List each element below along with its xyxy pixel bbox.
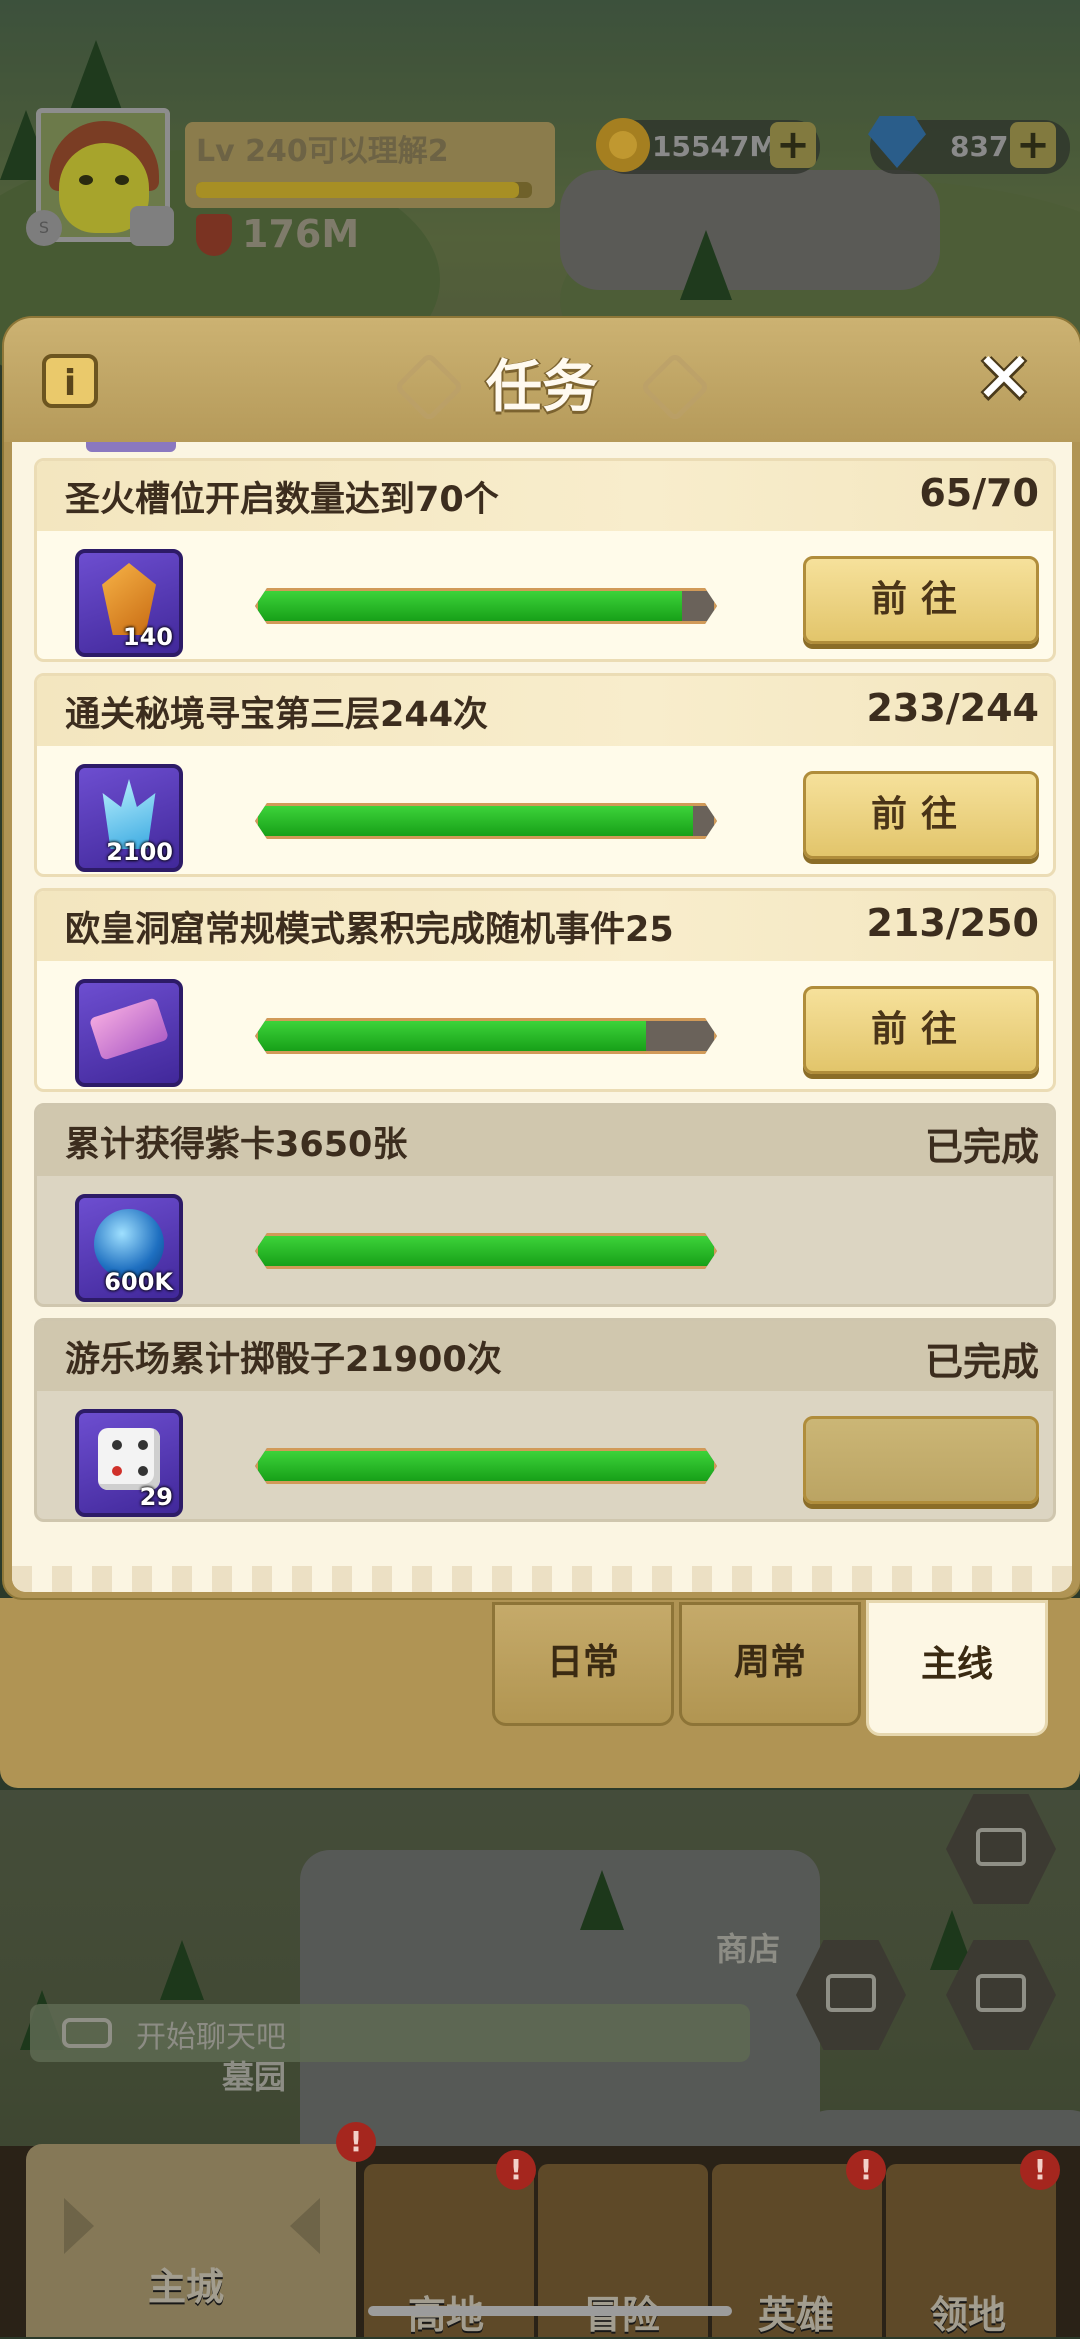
task-progress-bar — [255, 1448, 717, 1484]
reward-quantity: 2100 — [106, 838, 173, 866]
task-progress: 已完成 — [924, 1125, 1039, 1169]
task-progress: 233/244 — [866, 686, 1039, 730]
task-reward[interactable]: 600K — [75, 1194, 183, 1302]
task-progress-fill — [258, 591, 682, 621]
task-header: 游乐场累计掷骰子21900次 已完成 — [37, 1321, 1053, 1391]
task-reward[interactable]: 140 — [75, 549, 183, 657]
player-level-name: Lv 240可以理解2 — [196, 134, 449, 169]
task-progress-bar — [255, 1018, 717, 1054]
backpack-icon — [976, 1974, 1026, 2012]
gold-coin-icon — [596, 118, 650, 172]
task-progress: 已完成 — [924, 1340, 1039, 1384]
home-indicator — [368, 2306, 732, 2316]
task-progress-fill — [258, 806, 693, 836]
ticket-icon — [88, 997, 170, 1061]
task-card: 圣火槽位开启数量达到70个 65/70 140 前往 — [34, 458, 1056, 662]
chat-placeholder: 开始聊天吧 — [136, 2020, 286, 2055]
task-progress: 65/70 — [919, 471, 1039, 515]
task-name: 通关秘境寻宝第三层244次 — [65, 695, 489, 735]
xp-bar — [196, 182, 532, 198]
territory-alert-badge: ! — [1020, 2150, 1060, 2190]
task-card: 累计获得紫卡3650张 已完成 600K — [34, 1103, 1056, 1307]
reward-quantity: 600K — [104, 1268, 173, 1296]
add-gems-button[interactable]: + — [1010, 122, 1056, 168]
task-progress-bar — [255, 1233, 717, 1269]
nav-next-arrow-icon[interactable] — [290, 2198, 320, 2254]
task-card: 通关秘境寻宝第三层244次 233/244 2100 前往 — [34, 673, 1056, 877]
task-progress-fill — [258, 1236, 714, 1266]
cemetery-label[interactable]: 墓园 — [222, 2052, 286, 2098]
go-button[interactable]: 前往 — [803, 556, 1039, 644]
task-name: 累计获得紫卡3650张 — [65, 1125, 408, 1165]
nav-heroes-label: 英雄 — [758, 2293, 835, 2337]
task-card: 欧皇洞窟常规模式累积完成随机事件25 213/250 前往 — [34, 888, 1056, 1092]
task-header: 圣火槽位开启数量达到70个 65/70 — [37, 461, 1053, 531]
nav-prev-arrow-icon[interactable] — [64, 2198, 94, 2254]
task-name: 圣火槽位开启数量达到70个 — [65, 480, 499, 520]
envelope-icon — [976, 1828, 1026, 1866]
task-progress: 213/250 — [866, 901, 1039, 945]
rank-badge: S — [26, 210, 62, 246]
tab-main-quest[interactable]: 主线 — [866, 1600, 1048, 1736]
task-name: 欧皇洞窟常规模式累积完成随机事件25 — [65, 910, 674, 950]
task-name: 游乐场累计掷骰子21900次 — [65, 1340, 502, 1380]
go-button[interactable]: 前往 — [803, 771, 1039, 859]
reward-quantity: 140 — [122, 623, 173, 651]
heroes-alert-badge: ! — [846, 2150, 886, 2190]
task-header: 欧皇洞窟常规模式累积完成随机事件25 213/250 — [37, 891, 1053, 961]
nav-main-city-label: 主城 — [148, 2265, 225, 2309]
task-reward[interactable] — [75, 979, 183, 1087]
task-progress-bar — [255, 588, 717, 624]
close-button[interactable]: ✕ — [972, 343, 1036, 413]
dice-icon — [98, 1428, 160, 1490]
shop-label[interactable]: 商店 — [716, 1924, 780, 1970]
gold-amount: 15547M — [652, 130, 778, 163]
tab-daily[interactable]: 日常 — [492, 1602, 674, 1726]
reward-quantity: 29 — [139, 1483, 173, 1511]
main-city-alert-badge: ! — [336, 2122, 376, 2162]
task-header: 通关秘境寻宝第三层244次 233/244 — [37, 676, 1053, 746]
task-reward[interactable]: 29 — [75, 1409, 183, 1517]
go-button[interactable]: 前往 — [803, 986, 1039, 1074]
nav-territory-label: 领地 — [930, 2293, 1007, 2337]
task-card: 游乐场累计掷骰子21900次 已完成 29 — [34, 1318, 1056, 1522]
task-progress-bar — [255, 803, 717, 839]
shield-icon — [196, 214, 232, 256]
combat-power: 176M — [242, 212, 360, 256]
task-progress-fill — [258, 1021, 646, 1051]
xp-bar-fill — [196, 182, 519, 198]
task-reward[interactable]: 2100 — [75, 764, 183, 872]
modal-header: i 任务 ✕ — [4, 318, 1080, 442]
task-progress-fill — [258, 1451, 714, 1481]
add-gold-button[interactable]: + — [770, 122, 816, 168]
outfit-icon[interactable] — [130, 206, 174, 246]
task-list[interactable]: 圣火槽位开启数量达到70个 65/70 140 前往 通关秘境寻宝第三层244次 233/… — [12, 442, 1072, 1592]
modal-title: 任务 — [486, 355, 598, 420]
highland-alert-badge: ! — [496, 2150, 536, 2190]
previous-task-peek — [86, 442, 176, 452]
chat-icon — [62, 2018, 112, 2048]
podium-icon — [826, 1974, 876, 2012]
task-modal: i 任务 ✕ 圣火槽位开启数量达到70个 65/70 140 前往 通关秘境寻宝第三层2… — [4, 318, 1080, 1598]
task-header: 累计获得紫卡3650张 已完成 — [37, 1106, 1053, 1176]
tab-weekly[interactable]: 周常 — [679, 1602, 861, 1726]
claimed-button[interactable] — [803, 1416, 1039, 1504]
